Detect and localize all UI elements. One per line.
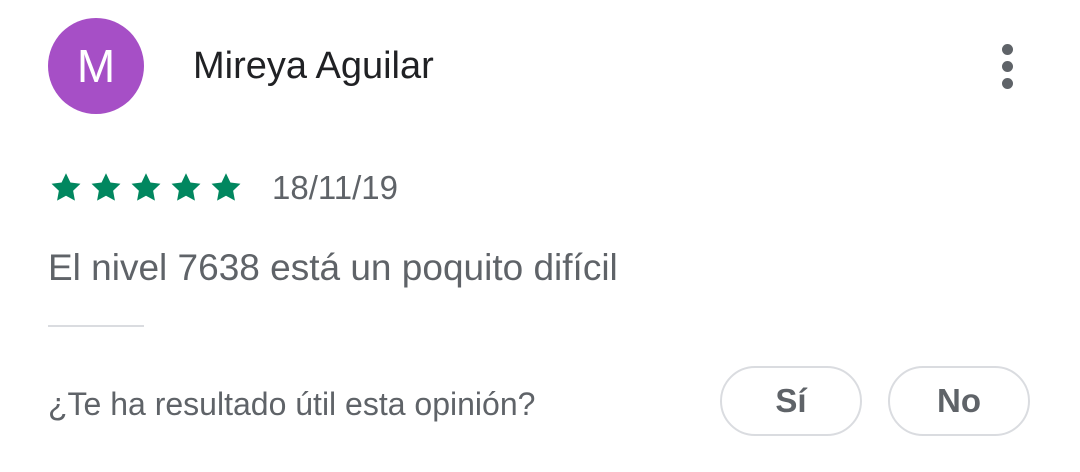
review-date: 18/11/19 [272,169,399,206]
rating-row: 18/11/19 [48,166,398,210]
divider [48,325,144,327]
avatar: M [48,18,144,114]
star-icon [88,170,124,206]
more-vert-icon-dot [1002,78,1013,89]
star-rating [48,170,248,206]
more-vert-icon [1002,44,1013,55]
star-icon [48,170,84,206]
more-vert-icon-dot [1002,61,1013,72]
star-icon [208,170,244,206]
more-options-button[interactable] [986,38,1030,94]
helpful-question: ¿Te ha resultado útil esta opinión? [48,386,536,422]
helpful-no-button[interactable]: No [888,366,1030,436]
author-name: Mireya Aguilar [193,45,434,87]
review-text: El nivel 7638 está un poquito difícil [48,247,618,288]
helpful-yes-button[interactable]: Sí [720,366,862,436]
star-icon [168,170,204,206]
star-icon [128,170,164,206]
avatar-initial: M [76,40,116,92]
review-card: M Mireya Aguilar 18/11/19 El nivel 7638 … [0,0,1080,472]
